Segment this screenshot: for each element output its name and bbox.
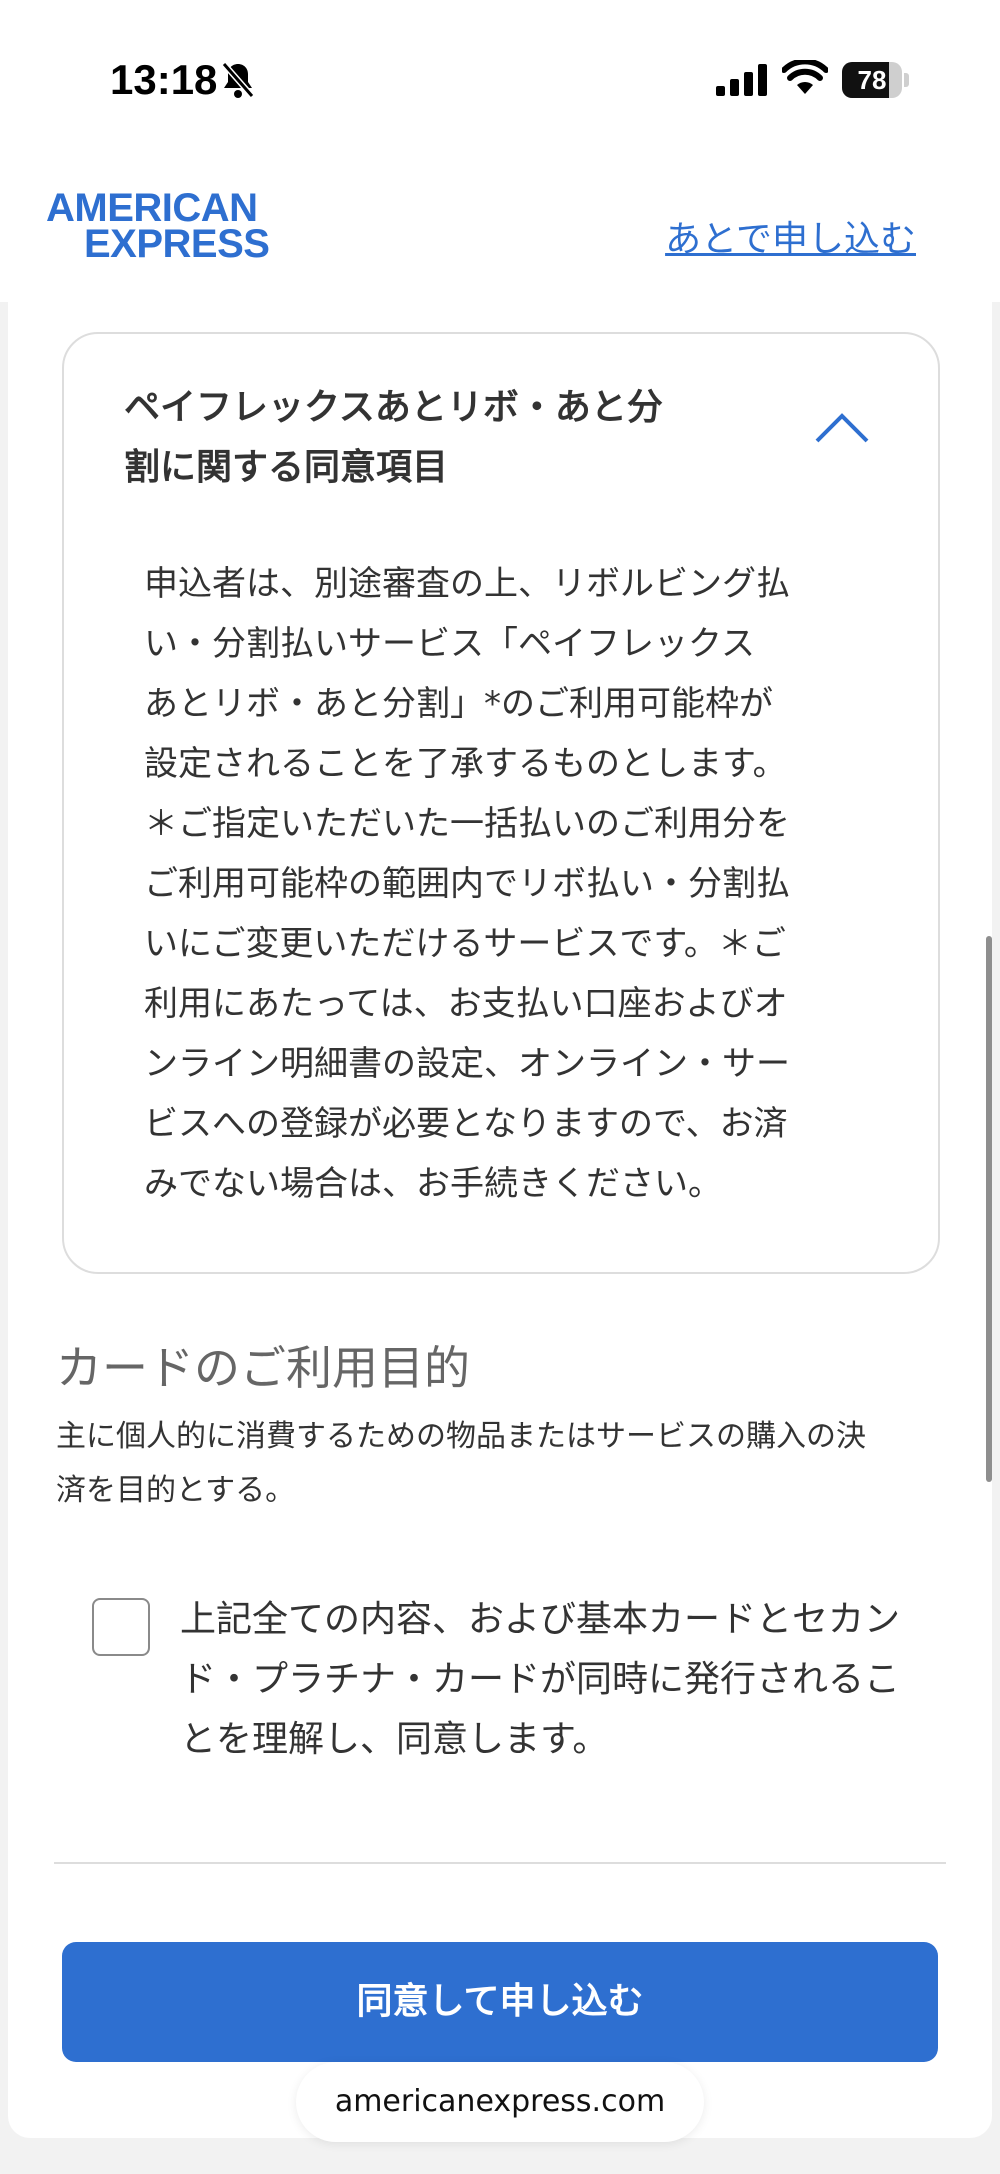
amex-logo[interactable]: AMERICAN EXPRESS bbox=[46, 188, 270, 266]
purpose-line-2: 済を目的とする。 bbox=[56, 1473, 296, 1508]
agreement-line-3: とを理解し、同意します。 bbox=[180, 1719, 609, 1760]
consent-line: 利用にあたっては、お支払い口座およびオ bbox=[144, 984, 788, 1024]
consent-line: いにご変更いただけるサービスです。＊ご bbox=[144, 924, 786, 964]
scrollbar[interactable] bbox=[986, 936, 992, 1482]
signal-icon bbox=[716, 64, 767, 96]
consent-line: い・分割払いサービス「ペイフレックス bbox=[144, 624, 755, 664]
agreement-line-2: ド・プラチナ・カードが同時に発行されるこ bbox=[180, 1659, 901, 1700]
status-bar: 13:18 78 bbox=[0, 0, 1000, 150]
purpose-text: 主に個人的に消費するための物品またはサービスの購入の決 済を目的とする。 bbox=[56, 1410, 956, 1518]
chevron-up-icon[interactable] bbox=[814, 412, 870, 444]
consent-line: 申込者は、別途審査の上、リボルビング払 bbox=[144, 564, 790, 604]
consent-line: 設定されることを了承するものとします。 bbox=[144, 744, 787, 784]
bell-slash-icon bbox=[221, 62, 255, 98]
consent-line: あとリボ・あと分割」*のご利用可能枠が bbox=[144, 684, 773, 724]
status-time: 13:18 bbox=[110, 56, 218, 103]
agree-checkbox[interactable] bbox=[92, 1598, 150, 1656]
agreement-label[interactable]: 上記全ての内容、および基本カードとセカン ド・プラチナ・カードが同時に発行される… bbox=[180, 1590, 920, 1770]
accordion-title-line-2: 割に関する同意項目 bbox=[124, 447, 449, 488]
logo-line-2: EXPRESS bbox=[84, 222, 270, 266]
consent-line: ＊ご指定いただいた一括払いのご利用分を bbox=[144, 804, 790, 844]
browser-address-bar[interactable]: americanexpress.com bbox=[296, 2062, 704, 2142]
accordion-header[interactable]: ペイフレックスあとリボ・あと分 割に関する同意項目 bbox=[124, 378, 784, 498]
accordion-title-line-1: ペイフレックスあとリボ・あと分 bbox=[124, 387, 663, 428]
battery-icon: 78 bbox=[842, 62, 910, 98]
consent-accordion: ペイフレックスあとリボ・あと分 割に関する同意項目 申込者は、別途審査の上、リボ… bbox=[62, 332, 940, 1274]
consent-line: ンライン明細書の設定、オンライン・サー bbox=[144, 1044, 790, 1084]
battery-level: 78 bbox=[857, 65, 887, 95]
battery-cap bbox=[904, 73, 909, 87]
consent-line: ご利用可能枠の範囲内でリボ払い・分割払 bbox=[144, 864, 790, 904]
battery-body: 78 bbox=[842, 62, 902, 98]
page-content: ペイフレックスあとリボ・あと分 割に関する同意項目 申込者は、別途審査の上、リボ… bbox=[8, 302, 992, 2138]
consent-line: ビスへの登録が必要となりますので、お済 bbox=[144, 1104, 788, 1144]
wifi-icon bbox=[782, 60, 828, 94]
apply-later-link[interactable]: あとで申し込む bbox=[665, 210, 916, 262]
consent-body: 申込者は、別途審査の上、リボルビング払 い・分割払いサービス「ペイフレックス あ… bbox=[144, 554, 864, 1214]
agreement-row[interactable]: 上記全ての内容、および基本カードとセカン ド・プラチナ・カードが同時に発行される… bbox=[92, 1590, 922, 1790]
purpose-line-1: 主に個人的に消費するための物品またはサービスの購入の決 bbox=[56, 1419, 866, 1454]
consent-line: みでない場合は、お手続きください。 bbox=[144, 1164, 722, 1204]
purpose-heading: カードのご利用目的 bbox=[56, 1341, 470, 1395]
divider bbox=[54, 1862, 946, 1864]
agreement-line-1: 上記全ての内容、および基本カードとセカン bbox=[180, 1599, 901, 1640]
agree-and-apply-button[interactable]: 同意して申し込む bbox=[62, 1942, 938, 2062]
header: AMERICAN EXPRESS あとで申し込む bbox=[0, 150, 1000, 302]
